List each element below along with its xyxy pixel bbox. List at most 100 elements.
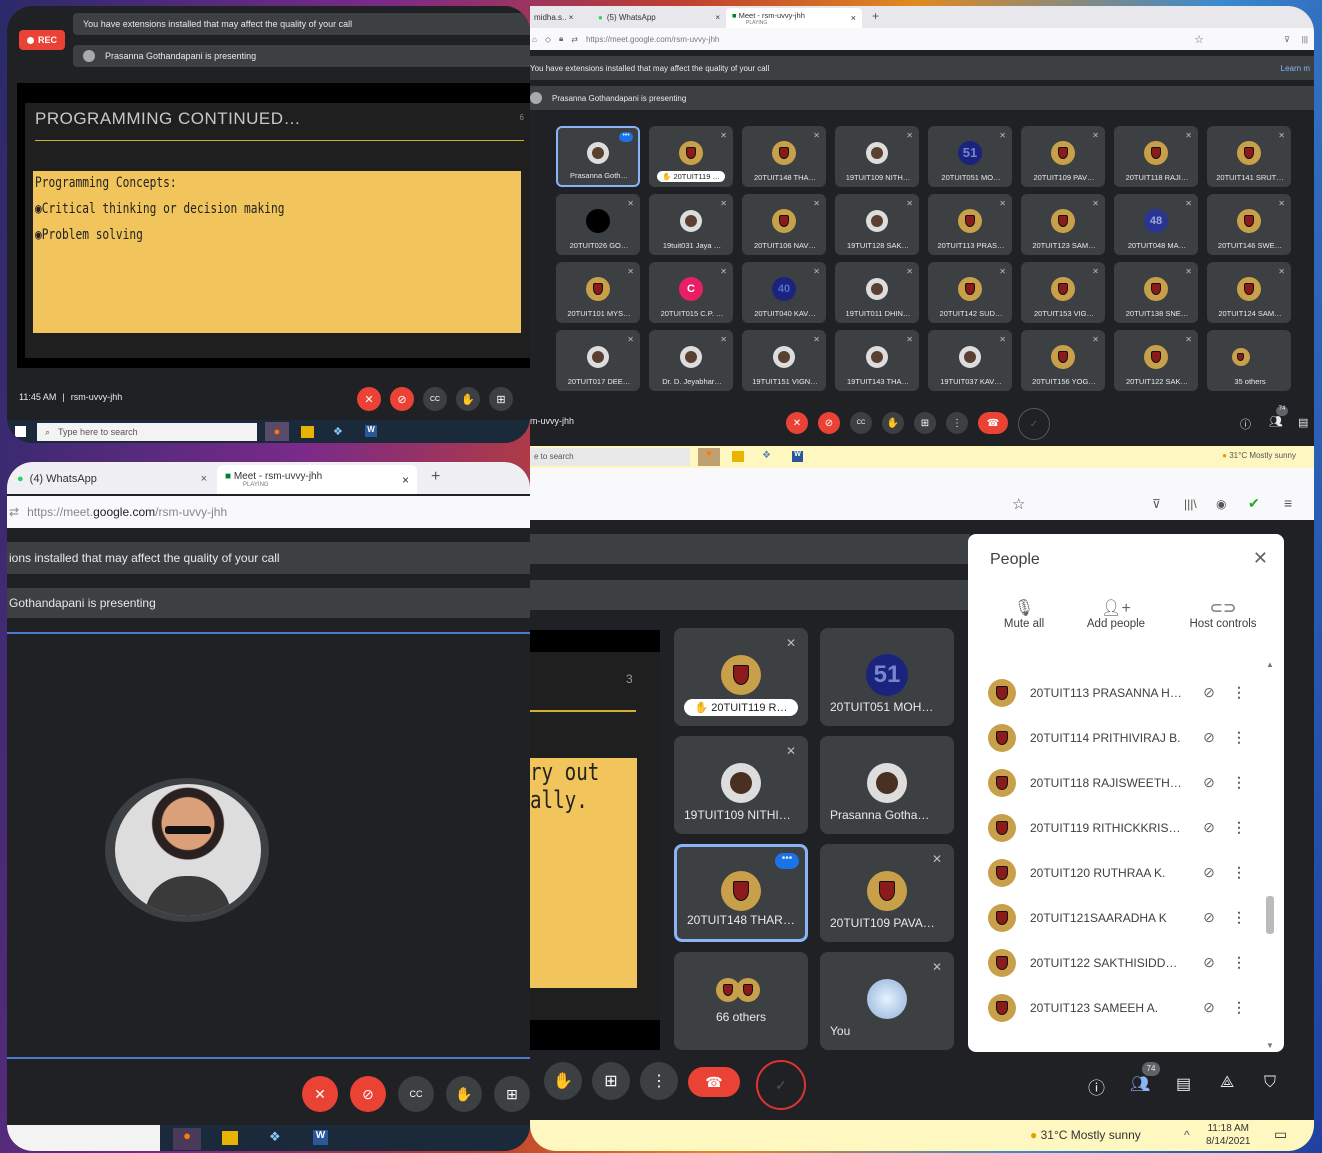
library-icon[interactable]: |||\ <box>1184 497 1197 511</box>
raise-hand-button[interactable]: ✋ <box>446 1076 482 1112</box>
system-tray-chevron-icon[interactable]: ^ <box>1184 1128 1190 1142</box>
notifications-icon[interactable]: ▭ <box>1274 1126 1287 1143</box>
mic-off-icon[interactable]: ⊘ <box>1194 864 1224 881</box>
participant-list-item[interactable]: 20TUIT123 SAMEEH A. ⊘ ⋮ <box>988 985 1254 1030</box>
pocket-icon[interactable]: ⊽ <box>1152 497 1161 511</box>
more-options-icon[interactable]: ••• <box>619 132 633 142</box>
participant-tile[interactable]: ✕ 19TUIT109 NITHI… <box>674 736 808 834</box>
tab-meet[interactable]: ■ Meet - rsm-uvvy-jhh PLAYING × <box>217 465 417 494</box>
participant-tile[interactable]: ✕ 20TUIT026 GO… <box>556 194 640 255</box>
weather-widget[interactable]: ● 31°C Mostly sunny <box>1030 1128 1141 1142</box>
mic-off-button[interactable]: ✕ <box>786 412 808 434</box>
mic-off-icon[interactable]: ⊘ <box>1194 684 1224 701</box>
more-options-icon[interactable]: ⋮ <box>1224 864 1254 881</box>
check-icon[interactable]: ✓ <box>756 1060 806 1110</box>
mic-off-icon[interactable]: ⊘ <box>1194 729 1224 746</box>
captions-button[interactable]: CC <box>850 412 872 434</box>
more-options-icon[interactable]: ⋮ <box>1224 999 1254 1016</box>
participant-tile[interactable]: ✕ ✋ 20TUIT119 … <box>649 126 733 187</box>
participant-tile[interactable]: ✕ 20TUIT142 SUD… <box>928 262 1012 323</box>
app-icon[interactable]: ❖ <box>333 425 343 438</box>
tab-whatsapp[interactable]: ● (4) WhatsApp × <box>17 471 207 487</box>
more-options-button[interactable]: ⋮ <box>946 412 968 434</box>
home-icon[interactable]: ⌂ <box>532 35 537 44</box>
participant-list-item[interactable]: 20TUIT118 RAJISWEETH… ⊘ ⋮ <box>988 760 1254 805</box>
participant-tile[interactable]: ✕ 48 20TUIT048 MA… <box>1114 194 1198 255</box>
file-explorer-icon[interactable] <box>732 451 744 462</box>
more-options-icon[interactable]: ••• <box>775 853 799 869</box>
info-icon[interactable]: ⓘ <box>1088 1074 1105 1099</box>
captions-button[interactable]: CC <box>398 1076 434 1112</box>
chat-icon[interactable]: ▤ <box>1176 1074 1191 1094</box>
firefox-icon[interactable]: ● <box>265 422 289 441</box>
participant-list-item[interactable]: 20TUIT119 RITHICKKRIS… ⊘ ⋮ <box>988 805 1254 850</box>
new-tab-button[interactable]: + <box>872 9 879 23</box>
participant-tile[interactable]: ✕ You <box>820 952 954 1050</box>
more-options-icon[interactable]: ⋮ <box>1224 954 1254 971</box>
word-icon[interactable]: W <box>313 1130 328 1145</box>
camera-off-button[interactable]: ⊘ <box>350 1076 386 1112</box>
host-controls-icon[interactable]: ⛉ <box>1264 1074 1276 1092</box>
bookmark-star-icon[interactable]: ☆ <box>1194 33 1204 46</box>
more-options-icon[interactable]: ⋮ <box>1224 774 1254 791</box>
check-extension-icon[interactable]: ✔ <box>1248 495 1260 512</box>
participant-list-item[interactable]: 20TUIT120 RUTHRAA K. ⊘ ⋮ <box>988 850 1254 895</box>
people-icon[interactable]: 👥︎ <box>1269 415 1283 428</box>
present-button[interactable]: ⊞ <box>914 412 936 434</box>
mic-off-icon[interactable]: ⊘ <box>1194 819 1224 836</box>
mic-off-icon[interactable]: ⊘ <box>1194 999 1224 1016</box>
participant-tile[interactable]: ✕ 20TUIT123 SAM… <box>1021 194 1105 255</box>
more-options-icon[interactable]: ⋮ <box>1224 684 1254 701</box>
close-tab-icon[interactable]: × <box>402 473 409 487</box>
participant-tile[interactable]: ✕ 19TUIT037 KAV… <box>928 330 1012 391</box>
participant-tile[interactable]: 66 others <box>674 952 808 1050</box>
address-bar[interactable]: ⌂ ◇ 🔒︎ ⇄ https://meet.google.com/rsm-uvvy-j… <box>530 28 1314 50</box>
participant-tile[interactable]: ✕ 20TUIT106 NAV… <box>742 194 826 255</box>
participant-tile[interactable]: ✕ 20TUIT148 THA… <box>742 126 826 187</box>
url-text[interactable]: https://meet.google.com/rsm-uvvy-jhh <box>586 35 719 44</box>
taskbar-search[interactable] <box>7 1125 160 1151</box>
participant-tile[interactable]: ✕ 20TUIT017 DEE… <box>556 330 640 391</box>
captions-button[interactable]: CC <box>423 387 447 411</box>
library-icon[interactable]: ||| <box>1302 35 1308 44</box>
participant-tile[interactable]: ✕ 20TUIT124 SAM… <box>1207 262 1291 323</box>
taskbar-search[interactable]: e to search <box>530 448 690 466</box>
firefox-icon[interactable]: ● <box>698 448 720 466</box>
participant-tile[interactable]: 51 20TUIT051 MOH… <box>820 628 954 726</box>
word-icon[interactable]: W <box>792 451 803 462</box>
activities-icon[interactable]: ⟁ <box>1220 1074 1234 1092</box>
participant-tile[interactable]: ✕ 20TUIT118 RAJI… <box>1114 126 1198 187</box>
raise-hand-button[interactable]: ✋ <box>456 387 480 411</box>
participant-tile[interactable]: ✕ 20TUIT122 SAK… <box>1114 330 1198 391</box>
participant-tile[interactable]: ✕ 19TUIT109 NITH… <box>835 126 919 187</box>
participant-tile[interactable]: ✕ 20TUIT113 PRAS… <box>928 194 1012 255</box>
participant-tile[interactable]: ✕ 20TUIT109 PAVA… <box>820 844 954 942</box>
info-icon[interactable]: ⓘ <box>1240 416 1251 432</box>
participant-tile[interactable]: ✕ 20TUIT146 SWE… <box>1207 194 1291 255</box>
add-people-button[interactable]: 👤︎+ Add people <box>1076 598 1156 630</box>
mic-off-button[interactable]: ✕ <box>302 1076 338 1112</box>
raise-hand-button[interactable]: ✋ <box>882 412 904 434</box>
participant-tile[interactable]: ✕ 19TUIT011 DHIN… <box>835 262 919 323</box>
tab-meet[interactable]: ■ Meet - rsm-uvvy-jhh PLAYING × <box>726 8 862 28</box>
more-options-icon[interactable]: ⋮ <box>1224 909 1254 926</box>
camera-off-button[interactable]: ⊘ <box>390 387 414 411</box>
leave-call-button[interactable]: ☎ <box>688 1067 740 1097</box>
more-options-button[interactable]: ⋮ <box>640 1062 678 1100</box>
file-explorer-icon[interactable] <box>301 426 314 438</box>
more-options-icon[interactable]: ⋮ <box>1224 819 1254 836</box>
participant-tile[interactable]: Prasanna Gotha… <box>820 736 954 834</box>
close-tab-icon[interactable]: × <box>851 13 856 23</box>
app-icon[interactable]: ❖ <box>269 1129 281 1145</box>
participant-tile[interactable]: ✕ 20TUIT141 SRUT… <box>1207 126 1291 187</box>
tab-1[interactable]: midha.s.. × <box>534 10 586 24</box>
extension-icon[interactable]: ◉ <box>1216 497 1226 511</box>
check-icon[interactable]: ✓ <box>1018 408 1050 440</box>
more-options-icon[interactable]: ⋮ <box>1224 729 1254 746</box>
participant-tile[interactable]: 35 others <box>1207 330 1291 391</box>
participant-tile[interactable]: ✕ 19TUIT128 SAK… <box>835 194 919 255</box>
tab-whatsapp[interactable]: ● (5) WhatsApp × <box>598 10 720 24</box>
word-icon[interactable]: W <box>365 425 377 437</box>
mic-off-button[interactable]: ✕ <box>357 387 381 411</box>
address-bar[interactable]: ⇄ https://meet. google.com/rsm-uvvy-jhh <box>7 496 530 528</box>
